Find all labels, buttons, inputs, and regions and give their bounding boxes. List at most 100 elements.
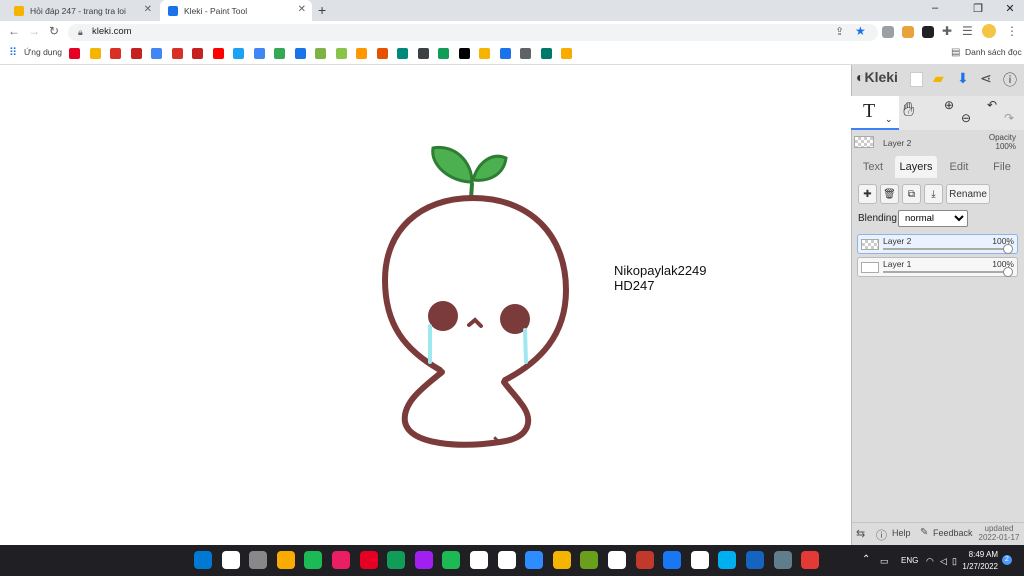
- redo-icon[interactable]: ↷: [1004, 111, 1014, 125]
- share-icon[interactable]: ⇪: [835, 25, 844, 38]
- reload-icon[interactable]: ↻: [47, 24, 61, 38]
- taskbar-app-icon[interactable]: [304, 551, 323, 569]
- apps-grid-icon[interactable]: ⠿: [9, 46, 17, 59]
- clock-time[interactable]: 8:49 AM: [962, 550, 998, 559]
- reading-list-icon[interactable]: ▤: [951, 47, 960, 58]
- close-tab-icon[interactable]: ✕: [144, 4, 152, 15]
- extension-cookie-icon[interactable]: [902, 26, 914, 38]
- bookmark-favicon-icon[interactable]: [69, 48, 80, 59]
- add-layer-button[interactable]: ✚: [858, 184, 877, 204]
- bookmark-favicon-icon[interactable]: [540, 48, 552, 59]
- bookmark-favicon-icon[interactable]: [212, 48, 224, 59]
- new-tab-icon[interactable]: +: [318, 2, 326, 18]
- tray-network-icon[interactable]: ▭: [880, 556, 889, 567]
- browser-tab-kleki[interactable]: Kleki - Paint Tool ✕: [160, 0, 312, 21]
- taskbar-app-icon[interactable]: [276, 551, 295, 569]
- tray-chevron-up-icon[interactable]: ⌃: [862, 554, 870, 565]
- zoom-out-icon[interactable]: ⊖: [961, 111, 971, 125]
- start-menu-icon[interactable]: [194, 551, 212, 569]
- taskbar-app-icon[interactable]: [442, 551, 461, 569]
- reading-list-label[interactable]: Danh sách đọc: [965, 47, 1022, 57]
- layer-item-layer2[interactable]: Layer 2 100%: [857, 234, 1018, 254]
- bookmark-favicon-icon[interactable]: [417, 48, 429, 59]
- help-link[interactable]: Help: [892, 528, 911, 538]
- tab-file[interactable]: File: [981, 156, 1023, 178]
- forward-icon[interactable]: →: [27, 24, 41, 38]
- swap-side-icon[interactable]: ⇆: [856, 527, 865, 540]
- taskbar-app-icon[interactable]: [690, 551, 709, 569]
- duplicate-layer-button[interactable]: ⧉: [902, 184, 921, 204]
- bookmark-favicon-icon[interactable]: [89, 48, 101, 59]
- hand-tool-icon[interactable]: ✋︎: [903, 99, 914, 122]
- zoom-in-icon[interactable]: ⊕: [944, 98, 954, 112]
- bookmark-favicon-icon[interactable]: [499, 48, 511, 59]
- bookmark-favicon-icon[interactable]: [479, 48, 490, 59]
- taskbar-app-icon[interactable]: [249, 551, 268, 569]
- lock-icon[interactable]: 🔒︎: [78, 27, 83, 38]
- help-question-icon[interactable]: ⓘ: [876, 527, 887, 543]
- clock-date[interactable]: 1/27/2022: [962, 562, 998, 571]
- bookmark-favicon-icon[interactable]: [274, 48, 285, 59]
- language-indicator[interactable]: ENG: [901, 556, 918, 565]
- bookmark-favicon-icon[interactable]: [335, 48, 347, 59]
- taskbar-app-icon[interactable]: [414, 551, 433, 569]
- bookmark-favicon-icon[interactable]: [233, 48, 244, 59]
- taskbar-app-icon[interactable]: [663, 551, 682, 569]
- new-image-icon[interactable]: [910, 72, 923, 87]
- bookmark-favicon-icon[interactable]: [561, 48, 572, 59]
- address-bar[interactable]: [68, 24, 878, 41]
- bookmark-favicon-icon[interactable]: [253, 48, 265, 59]
- taskbar-app-icon[interactable]: [608, 551, 626, 569]
- tab-edit[interactable]: Edit: [939, 156, 979, 178]
- taskbar-app-icon[interactable]: [580, 551, 599, 569]
- minimize-icon[interactable]: –: [925, 2, 945, 14]
- bookmark-favicon-icon[interactable]: [315, 48, 326, 59]
- back-icon[interactable]: ←: [7, 24, 21, 38]
- taskbar-app-icon[interactable]: [552, 551, 571, 569]
- tab-text[interactable]: Text: [853, 156, 893, 178]
- bookmark-favicon-icon[interactable]: [397, 48, 408, 59]
- delete-layer-button[interactable]: 🗑︎: [880, 184, 899, 204]
- volume-icon[interactable]: ◁: [940, 556, 947, 567]
- save-folder-icon[interactable]: ▰: [933, 70, 944, 87]
- bookmark-favicon-icon[interactable]: [376, 48, 388, 59]
- apps-label[interactable]: Ứng dụng: [24, 47, 62, 57]
- search-icon[interactable]: [221, 551, 240, 569]
- blending-select[interactable]: normal: [898, 210, 968, 227]
- taskbar-app-icon[interactable]: [718, 551, 737, 569]
- wifi-icon[interactable]: ◠: [926, 556, 934, 567]
- bookmark-favicon-icon[interactable]: [130, 48, 142, 59]
- bookmark-favicon-icon[interactable]: [171, 48, 183, 59]
- download-icon[interactable]: ⬇: [957, 70, 969, 87]
- taskbar-app-icon[interactable]: [497, 551, 516, 569]
- help-circle-icon[interactable]: ⓘ: [1003, 70, 1017, 90]
- profile-avatar[interactable]: [982, 24, 996, 38]
- tab-layers[interactable]: Layers: [895, 156, 937, 178]
- text-tool-button[interactable]: T ⌄: [851, 96, 899, 130]
- bookmark-favicon-icon[interactable]: [294, 48, 306, 59]
- undo-icon[interactable]: ↶: [987, 98, 997, 112]
- slider-handle[interactable]: [1003, 267, 1013, 277]
- bookmark-favicon-icon[interactable]: [458, 48, 470, 59]
- taskbar-app-icon[interactable]: [359, 551, 378, 569]
- close-window-icon[interactable]: ✕: [1000, 2, 1020, 15]
- bookmark-favicon-icon[interactable]: [520, 48, 531, 59]
- menu-kebab-icon[interactable]: ⋮: [1006, 24, 1018, 38]
- bookmark-star-icon[interactable]: ★: [855, 24, 866, 38]
- bookmark-favicon-icon[interactable]: [151, 48, 162, 59]
- chevron-down-icon[interactable]: ⌄: [885, 114, 893, 125]
- browser-tab-hoidap[interactable]: Hỏi đáp 247 - trang tra loi ✕: [6, 0, 158, 21]
- battery-icon[interactable]: ▯: [952, 556, 957, 567]
- merge-layer-button[interactable]: ⤓: [924, 184, 943, 204]
- taskbar-app-icon[interactable]: [746, 551, 764, 569]
- feedback-link[interactable]: Feedback: [933, 528, 973, 538]
- bookmark-favicon-icon[interactable]: [192, 48, 203, 59]
- layer-opacity-slider[interactable]: [883, 248, 1009, 250]
- share-kleki-icon[interactable]: ⋖: [980, 70, 992, 87]
- slider-handle[interactable]: [1003, 244, 1013, 254]
- extension-s-icon[interactable]: [882, 26, 894, 38]
- taskbar-app-icon[interactable]: [635, 551, 654, 569]
- taskbar-app-icon[interactable]: [773, 551, 792, 569]
- notification-badge[interactable]: 2: [1002, 555, 1012, 565]
- rename-layer-button[interactable]: Rename: [946, 184, 990, 204]
